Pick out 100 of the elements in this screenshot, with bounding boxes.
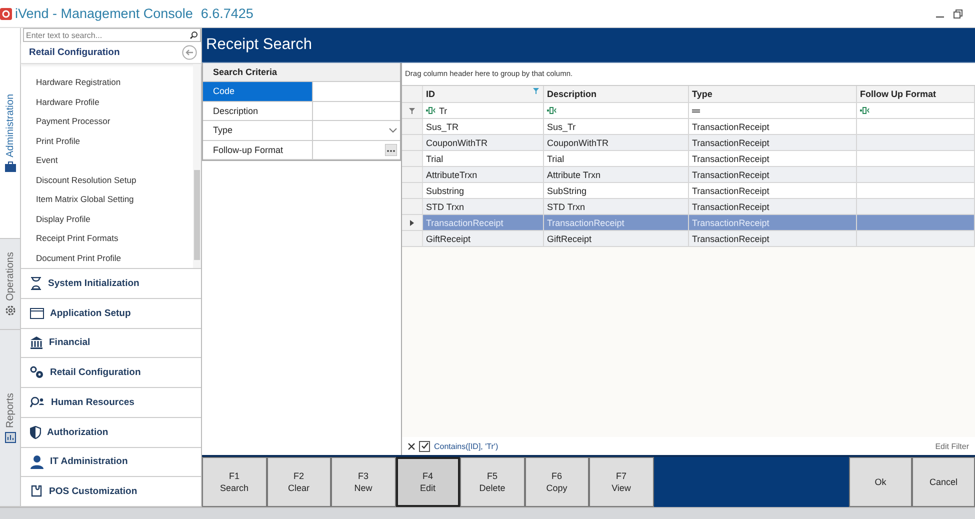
search-icon[interactable] [190,31,198,39]
search-input[interactable]: Enter text to search... [24,30,190,40]
app-version: 6.6.7425 [200,6,254,21]
nav-group[interactable]: Authorization [21,418,201,448]
column-header[interactable]: Type [689,86,857,102]
menu-item[interactable]: Document Print Profile [21,248,193,268]
close-icon[interactable] [408,442,415,450]
scrollbar[interactable] [193,64,201,268]
puzzle-icon [30,485,43,498]
field-label[interactable]: Description [203,102,313,120]
table-cell: CouponWithTR [423,135,544,150]
checkbox[interactable] [419,440,430,452]
function-key-button[interactable]: F4 Edit [396,457,460,507]
table-cell: TransactionReceipt [689,119,857,134]
table-cell: Trial [544,151,689,166]
table-cell: TransactionReceipt [689,167,857,182]
table-cell: STD Trxn [544,199,689,214]
table-cell: TransactionReceipt [689,135,857,150]
contains-operator-icon[interactable] [426,107,436,114]
window-title: iVend - Management Console [15,6,193,21]
column-header[interactable]: Follow Up Format [857,86,975,102]
restore-icon[interactable] [953,8,963,18]
table-cell: TransactionReceipt [689,215,857,230]
menu-item[interactable]: Receipt Print Formats [21,229,193,248]
field-label[interactable]: Code [203,82,313,100]
table-row[interactable]: CouponWithTR CouponWithTR TransactionReceipt [402,135,975,151]
dialog-button[interactable]: Cancel [912,457,975,507]
table-cell: SubString [544,183,689,198]
dialog-button[interactable]: Ok [849,457,912,507]
function-key-button[interactable]: F2 Clear [266,457,331,507]
table-cell: TransactionReceipt [689,199,857,214]
filter-icon [409,108,415,114]
chevron-down-icon[interactable] [389,128,397,133]
filter-expression: Contains([ID], 'Tr') [434,442,498,450]
menu-item[interactable]: Print Profile [21,132,193,151]
panel-title: Search Criteria [203,63,400,82]
function-key-button[interactable]: F3 New [331,457,396,507]
filter-cell[interactable] [689,103,857,118]
function-key-button[interactable]: F6 Copy [524,457,589,507]
table-cell: Sus_Tr [544,119,689,134]
nav-group[interactable]: Application Setup [21,298,201,328]
edit-filter-link[interactable]: Edit Filter [935,442,969,450]
nav-group[interactable]: IT Administration [21,448,201,478]
table-cell: Trial [423,151,544,166]
table-cell: CouponWithTR [544,135,689,150]
search-field[interactable]: Enter text to search... [23,28,201,42]
menu-item[interactable]: Discount Resolution Setup [21,170,193,190]
filter-cell[interactable]: Tr [423,103,544,118]
page-title: Receipt Search [206,36,312,54]
table-cell: TransactionReceipt [689,183,857,198]
field-label[interactable]: Type [203,121,313,140]
table-cell: Substring [423,183,544,198]
field-label[interactable]: Follow-up Format [203,140,313,159]
table-row[interactable]: STD Trxn STD Trxn TransactionReceipt [402,199,975,215]
gears-icon [30,366,44,380]
person-icon [30,454,44,469]
bank-icon [30,336,43,350]
menu-item[interactable]: Item Matrix Global Setting [21,190,193,210]
briefcase-icon [4,161,16,172]
table-cell: GiftReceipt [423,231,544,246]
nav-group[interactable]: Human Resources [21,388,201,418]
function-key-button[interactable]: F5 Delete [460,457,524,507]
table-cell: TransactionReceipt [689,151,857,166]
contains-operator-icon[interactable] [547,107,557,114]
nav-group[interactable]: Retail Configuration [21,358,201,388]
column-header[interactable]: Description [544,86,689,102]
table-cell: STD Trxn [423,199,544,214]
side-tab[interactable]: Operations [0,239,20,330]
side-tab[interactable]: Reports [0,330,20,507]
table-cell: TransactionReceipt [689,231,857,246]
table-cell: TransactionReceipt [423,215,544,230]
function-key-button[interactable]: F7 View [589,457,654,507]
table-row[interactable]: GiftReceipt GiftReceipt TransactionReceipt [402,231,975,247]
filter-cell[interactable] [544,103,689,118]
side-tab[interactable]: Administration [0,28,20,239]
ellipsis-icon[interactable] [385,144,397,156]
table-cell: AttributeTrxn [423,167,544,182]
window-icon [30,308,44,319]
table-cell: Sus_TR [423,119,544,134]
menu-item[interactable]: Hardware Profile [21,92,193,112]
table-cell: Attribute Trxn [544,167,689,182]
section-title: Retail Configuration [29,47,121,58]
column-header[interactable]: ID [423,86,544,102]
hourglass-icon [30,276,42,290]
table-row[interactable]: AttributeTrxn Attribute Trxn TransactionReceipt [402,167,975,183]
filter-icon[interactable] [533,88,539,94]
menu-item[interactable]: Display Profile [21,210,193,229]
menu-item[interactable]: Payment Processor [21,112,193,132]
menu-item[interactable]: Hardware Registration [21,73,193,92]
function-key-button[interactable]: F1 Search [202,457,266,507]
report-icon [4,432,16,443]
contains-operator-icon[interactable] [860,107,870,114]
people-search-icon [30,396,45,408]
equals-operator-icon[interactable] [692,108,700,112]
menu-item[interactable]: Event [21,151,193,170]
table-cell: TransactionReceipt [544,215,689,230]
filter-cell[interactable] [857,103,975,118]
gear-icon [4,304,16,316]
nav-group[interactable]: System Initialization [21,269,201,299]
nav-group[interactable]: Financial [21,328,201,358]
